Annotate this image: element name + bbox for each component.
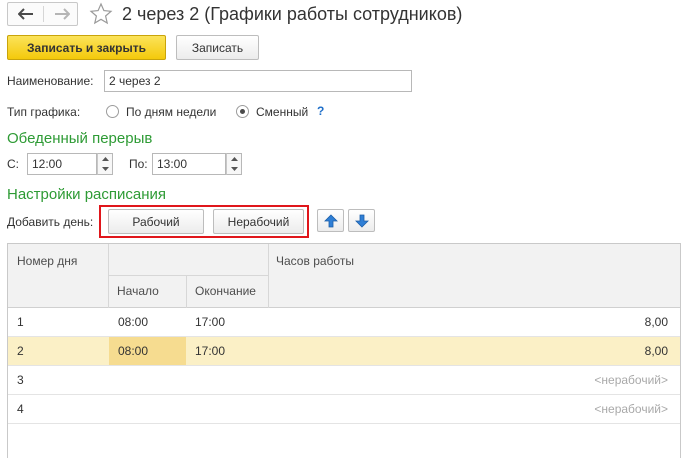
schedule-settings-title: Настройки расписания xyxy=(7,186,167,203)
help-icon[interactable]: ? xyxy=(317,104,324,118)
cell-start[interactable]: 08:00 xyxy=(109,337,186,365)
caret-down-icon xyxy=(101,167,109,171)
radio-by-weekdays-label[interactable]: По дням недели xyxy=(126,104,216,120)
arrow-right-icon xyxy=(54,8,70,20)
header-day-number[interactable]: Номер дня xyxy=(17,254,77,268)
lunch-to-label: По: xyxy=(129,157,148,171)
stepper-down[interactable] xyxy=(227,164,241,174)
arrow-left-icon xyxy=(17,8,33,20)
star-icon xyxy=(89,2,113,25)
arrow-down-icon xyxy=(354,214,369,228)
schedule-type-label: Тип графика: xyxy=(7,105,81,119)
lunch-from-input[interactable]: 12:00 xyxy=(27,153,97,175)
header-start[interactable]: Начало xyxy=(117,284,159,298)
cell-start xyxy=(109,395,186,423)
cell-end xyxy=(187,395,268,423)
name-input[interactable]: 2 через 2 xyxy=(104,70,412,92)
header-divider xyxy=(186,275,187,308)
radio-by-weekdays[interactable] xyxy=(106,105,119,118)
save-and-close-button[interactable]: Записать и закрыть xyxy=(7,35,166,60)
lunch-break-title: Обеденный перерыв xyxy=(7,130,153,147)
table-row[interactable]: 3 <нерабочий> xyxy=(8,366,680,395)
cell-start: 08:00 xyxy=(118,315,149,329)
arrow-up-icon xyxy=(323,213,338,227)
lunch-from-stepper[interactable] xyxy=(97,153,113,175)
cell-day: 1 xyxy=(17,315,24,329)
table-row[interactable]: 2 08:00 17:00 8,00 xyxy=(8,337,680,366)
cell-end: 17:00 xyxy=(195,315,226,329)
radio-shift[interactable] xyxy=(236,105,249,118)
cell-end xyxy=(187,366,268,394)
cell-day: 2 xyxy=(17,344,24,358)
stepper-up[interactable] xyxy=(98,154,112,164)
back-button[interactable] xyxy=(8,3,43,25)
caret-up-icon xyxy=(101,157,109,161)
radio-shift-label[interactable]: Сменный xyxy=(256,104,308,120)
table-header: Номер дня Часов работы Начало Окончание xyxy=(8,244,680,308)
lunch-to-stepper[interactable] xyxy=(226,153,242,175)
navigation-buttons xyxy=(7,2,78,26)
window-title: 2 через 2 (Графики работы сотрудников) xyxy=(122,4,463,24)
cell-day: 3 xyxy=(17,373,24,387)
stepper-down[interactable] xyxy=(98,164,112,174)
add-day-label: Добавить день: xyxy=(7,215,94,229)
header-end[interactable]: Окончание xyxy=(195,284,256,298)
name-label: Наименование: xyxy=(7,74,94,88)
stepper-up[interactable] xyxy=(227,154,241,164)
add-working-day-button[interactable]: Рабочий xyxy=(108,209,204,234)
header-divider xyxy=(108,244,109,308)
cell-start xyxy=(109,366,186,394)
table-row[interactable]: 4 <нерабочий> xyxy=(8,395,680,424)
cell-hours: <нерабочий> xyxy=(594,373,668,387)
forward-button[interactable] xyxy=(44,3,79,25)
table-row[interactable]: 1 08:00 17:00 8,00 xyxy=(8,308,680,337)
header-divider xyxy=(268,244,269,308)
lunch-from-label: С: xyxy=(7,157,19,171)
lunch-to-input[interactable]: 13:00 xyxy=(152,153,226,175)
save-button[interactable]: Записать xyxy=(176,35,259,60)
caret-down-icon xyxy=(230,167,238,171)
move-down-button[interactable] xyxy=(348,209,375,232)
header-divider xyxy=(109,275,268,276)
cell-day: 4 xyxy=(17,402,24,416)
schedule-table: Номер дня Часов работы Начало Окончание … xyxy=(7,243,681,458)
cell-hours: 8,00 xyxy=(644,344,668,358)
cell-end: 17:00 xyxy=(195,344,226,358)
caret-up-icon xyxy=(230,157,238,161)
add-nonworking-day-button[interactable]: Нерабочий xyxy=(213,209,304,234)
move-up-button[interactable] xyxy=(317,209,344,232)
header-hours[interactable]: Часов работы xyxy=(276,254,354,268)
cell-hours: 8,00 xyxy=(644,315,668,329)
favorite-button[interactable] xyxy=(89,2,113,26)
cell-hours: <нерабочий> xyxy=(594,402,668,416)
